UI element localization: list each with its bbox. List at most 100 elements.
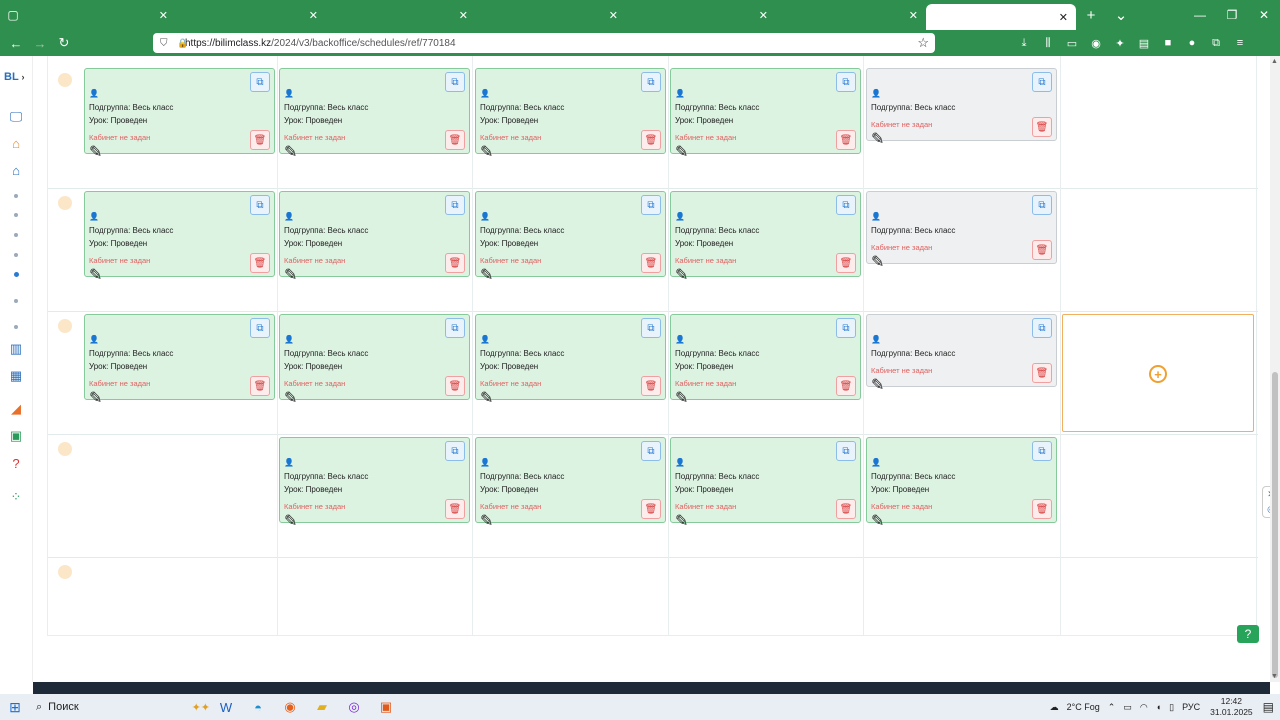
lesson-card[interactable]: 👤 Подгруппа: Весь класс Кабинет не задан ⧉ ✎… [866, 191, 1057, 271]
word-icon[interactable]: W [210, 694, 242, 720]
edit-button[interactable]: ✎ [284, 142, 466, 162]
delete-button[interactable]: 🗑 [836, 376, 856, 396]
apps-icon[interactable]: ⁘ [5, 488, 27, 506]
app-icon[interactable]: ▣ [370, 694, 402, 720]
back-button[interactable]: ← [4, 30, 28, 56]
extension-icon[interactable]: ✦ [1108, 30, 1132, 56]
teacher-icon[interactable]: ⌂ [5, 134, 27, 152]
lesson-card[interactable]: 👤 Подгруппа: Весь класс Урок: Проведен Каби… [670, 437, 861, 530]
delete-button[interactable]: 🗑 [1032, 240, 1052, 260]
scroll-down-icon[interactable]: ▼ [1271, 673, 1278, 680]
browser-tab[interactable]: ✕ [26, 0, 176, 30]
battery-icon[interactable]: ▯ [1169, 702, 1174, 713]
copy-button[interactable]: ⧉ [1032, 441, 1052, 461]
delete-button[interactable]: 🗑 [250, 376, 270, 396]
copy-button[interactable]: ⧉ [1032, 195, 1052, 215]
copy-button[interactable]: ⧉ [445, 195, 465, 215]
browser-tab[interactable]: ✕ [176, 0, 326, 30]
close-tab-icon[interactable]: ✕ [609, 9, 618, 22]
copy-button[interactable]: ⧉ [641, 195, 661, 215]
edit-button[interactable]: ✎ [284, 511, 466, 531]
delete-button[interactable]: 🗑 [836, 499, 856, 519]
edit-button[interactable]: ✎ [871, 129, 1053, 149]
lesson-card[interactable]: 👤 Подгруппа: Весь класс Урок: Проведен Каби… [670, 191, 861, 284]
library-icon[interactable]: ⫼ [1036, 30, 1060, 56]
copy-button[interactable]: ⧉ [836, 441, 856, 461]
edit-button[interactable]: ✎ [89, 142, 271, 162]
edit-button[interactable]: ✎ [480, 388, 662, 408]
copy-button[interactable]: ⧉ [836, 72, 856, 92]
lesson-card[interactable]: 👤 Подгруппа: Весь класс Урок: Проведен Каби… [84, 314, 275, 407]
edit-button[interactable]: ✎ [871, 375, 1053, 395]
copy-button[interactable]: ⧉ [250, 318, 270, 338]
nav-dot[interactable] [14, 233, 18, 237]
copy-button[interactable]: ⧉ [836, 318, 856, 338]
lesson-card[interactable]: 👤 Подгруппа: Весь класс Урок: Проведен Каби… [475, 314, 666, 407]
copy-button[interactable]: ⧉ [641, 318, 661, 338]
account-icon[interactable]: ◉ [1084, 30, 1108, 56]
edit-button[interactable]: ✎ [89, 265, 271, 285]
delete-button[interactable]: 🗑 [250, 253, 270, 273]
delete-button[interactable]: 🗑 [1032, 363, 1052, 383]
edge-icon[interactable]: ◓ [242, 694, 274, 720]
wifi-icon[interactable]: ◠ [1140, 702, 1148, 713]
windows-start-icon[interactable]: ⊞ [0, 694, 30, 720]
delete-button[interactable]: 🗑 [250, 130, 270, 150]
delete-button[interactable]: 🗑 [836, 130, 856, 150]
delete-button[interactable]: 🗑 [1032, 499, 1052, 519]
delete-button[interactable]: 🗑 [641, 376, 661, 396]
browser-tab[interactable]: ✕ [926, 4, 1076, 30]
add-lesson-icon[interactable]: + [1149, 365, 1167, 383]
empty-lesson-slot[interactable]: + [1062, 314, 1254, 432]
delete-button[interactable]: 🗑 [445, 499, 465, 519]
chevron-up-icon[interactable]: ⌃ [1108, 702, 1116, 713]
edit-button[interactable]: ✎ [675, 265, 857, 285]
delete-button[interactable]: 🗑 [445, 376, 465, 396]
restore-button[interactable]: ❐ [1216, 0, 1248, 30]
address-bar[interactable]: ⛉ 🔒 https://bilimclass.kz /2024/v3/backo… [153, 33, 935, 53]
delete-button[interactable]: 🗑 [445, 130, 465, 150]
minimize-button[interactable]: — [1184, 0, 1216, 30]
copy-button[interactable]: ⧉ [836, 195, 856, 215]
close-tab-icon[interactable]: ✕ [759, 9, 768, 22]
nav-dot-active[interactable] [14, 272, 19, 277]
bookmark-star-icon[interactable]: ☆ [917, 35, 929, 51]
notification-icon[interactable]: ▤ [1263, 700, 1274, 714]
clock[interactable]: 12:42 31.01.2025 [1210, 696, 1253, 718]
forward-button[interactable]: → [28, 30, 52, 56]
edit-button[interactable]: ✎ [284, 388, 466, 408]
browser-tab[interactable]: ✕ [776, 0, 926, 30]
close-tab-icon[interactable]: ✕ [1059, 11, 1068, 24]
id-card-icon[interactable]: ▣ [5, 427, 27, 445]
tab-list-chevron-icon[interactable]: ⌄ [1106, 0, 1136, 30]
weather-label[interactable]: 2°C Fog [1067, 702, 1100, 712]
edit-button[interactable]: ✎ [675, 142, 857, 162]
copy-button[interactable]: ⧉ [445, 441, 465, 461]
close-window-button[interactable]: ✕ [1248, 0, 1280, 30]
edit-button[interactable]: ✎ [675, 511, 857, 531]
extensions-icon[interactable]: ⧉ [1204, 30, 1228, 56]
lesson-card[interactable]: 👤 Подгруппа: Весь класс Урок: Проведен Каби… [670, 68, 861, 161]
nav-dot[interactable] [14, 325, 18, 329]
edit-button[interactable]: ✎ [480, 511, 662, 531]
delete-button[interactable]: 🗑 [1032, 117, 1052, 137]
browser-tab[interactable]: ✕ [476, 0, 626, 30]
folder-icon[interactable]: ▰ [306, 694, 338, 720]
nav-dot[interactable] [14, 299, 18, 303]
close-tab-icon[interactable]: ✕ [909, 9, 918, 22]
logo[interactable]: BL › [4, 71, 25, 83]
copy-button[interactable]: ⧉ [1032, 318, 1052, 338]
scrollbar-thumb[interactable] [1272, 372, 1278, 678]
lesson-card[interactable]: 👤 Подгруппа: Весь класс Кабинет не задан ⧉ ✎… [866, 314, 1057, 394]
browser-tab[interactable]: ✕ [326, 0, 476, 30]
lesson-card[interactable]: 👤 Подгруппа: Весь класс Урок: Проведен Каби… [279, 191, 470, 284]
monitor-icon[interactable]: 🖵 [5, 108, 27, 126]
edit-button[interactable]: ✎ [480, 142, 662, 162]
lesson-card[interactable]: 👤 Подгруппа: Весь класс Урок: Проведен Каби… [866, 437, 1057, 530]
lesson-card[interactable]: 👤 Подгруппа: Весь класс Урок: Проведен Каби… [84, 68, 275, 161]
app-icon[interactable]: ◎ [338, 694, 370, 720]
lesson-card[interactable]: 👤 Подгруппа: Весь класс Урок: Проведен Каби… [475, 68, 666, 161]
extension-icon[interactable]: ▤ [1132, 30, 1156, 56]
copy-button[interactable]: ⧉ [445, 72, 465, 92]
delete-button[interactable]: 🗑 [641, 499, 661, 519]
